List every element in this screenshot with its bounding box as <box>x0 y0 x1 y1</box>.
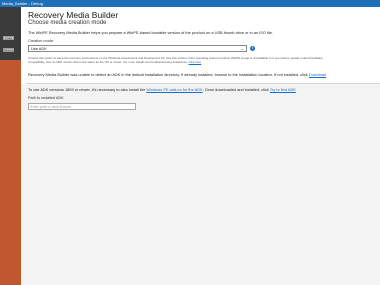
adk-path-input[interactable]: Enter path or click Browse <box>28 103 136 110</box>
app-window: Media_Builder - Debug Create Restore Rec… <box>0 0 380 285</box>
window-title: Media_Builder - Debug <box>2 1 43 6</box>
page-title: Recovery Media Builder <box>28 10 119 20</box>
main-content: Recovery Media Builder Choose media crea… <box>21 7 380 285</box>
creation-mode-label: Creation mode: <box>28 39 54 43</box>
help-line-2-text: compatibility. Use an ADK version that i… <box>28 60 189 65</box>
adk-note-prefix: To use ADK versions 1809 or newer, it's … <box>28 87 147 92</box>
info-icon[interactable]: i <box>250 46 255 51</box>
adk-path-label: Path to installed ADK <box>28 96 64 100</box>
help-line-2: compatibility. Use an ADK version that i… <box>28 60 378 64</box>
winpe-addon-link[interactable]: Windows PE add-on for the ADK <box>146 87 202 92</box>
title-bar: Media_Builder - Debug <box>0 0 380 7</box>
creation-mode-help: Choose this option to have the recovery … <box>28 56 378 65</box>
try-find-adk-link[interactable]: Try to find ADK <box>270 87 296 92</box>
sidebar: Create Restore <box>0 7 21 285</box>
adk-note-middle: . Once downloaded and installed, click <box>202 87 270 92</box>
creation-mode-value: Use ADK <box>31 46 47 51</box>
adk-warning-text: Recovery Media Builder was unable to det… <box>28 72 309 77</box>
creation-mode-dropdown[interactable]: Use ADK ⌄ <box>28 45 247 52</box>
page-subtitle: Choose media creation mode <box>28 20 107 26</box>
help-link[interactable]: click here <box>189 60 202 64</box>
adk-section <box>21 84 380 285</box>
chevron-down-icon: ⌄ <box>240 46 244 51</box>
download-link[interactable]: Download <box>309 72 326 77</box>
adk-version-note: To use ADK versions 1809 or newer, it's … <box>28 87 296 92</box>
adk-warning: Recovery Media Builder was unable to det… <box>28 72 326 77</box>
sidebar-accent-panel <box>0 60 21 285</box>
sidebar-item-create[interactable]: Create <box>3 36 14 40</box>
intro-text: The WinPE Recovery Media Builder helps y… <box>28 30 274 35</box>
sidebar-item-restore[interactable]: Restore <box>3 48 14 52</box>
mode-section: Recovery Media Builder Choose media crea… <box>21 7 380 84</box>
